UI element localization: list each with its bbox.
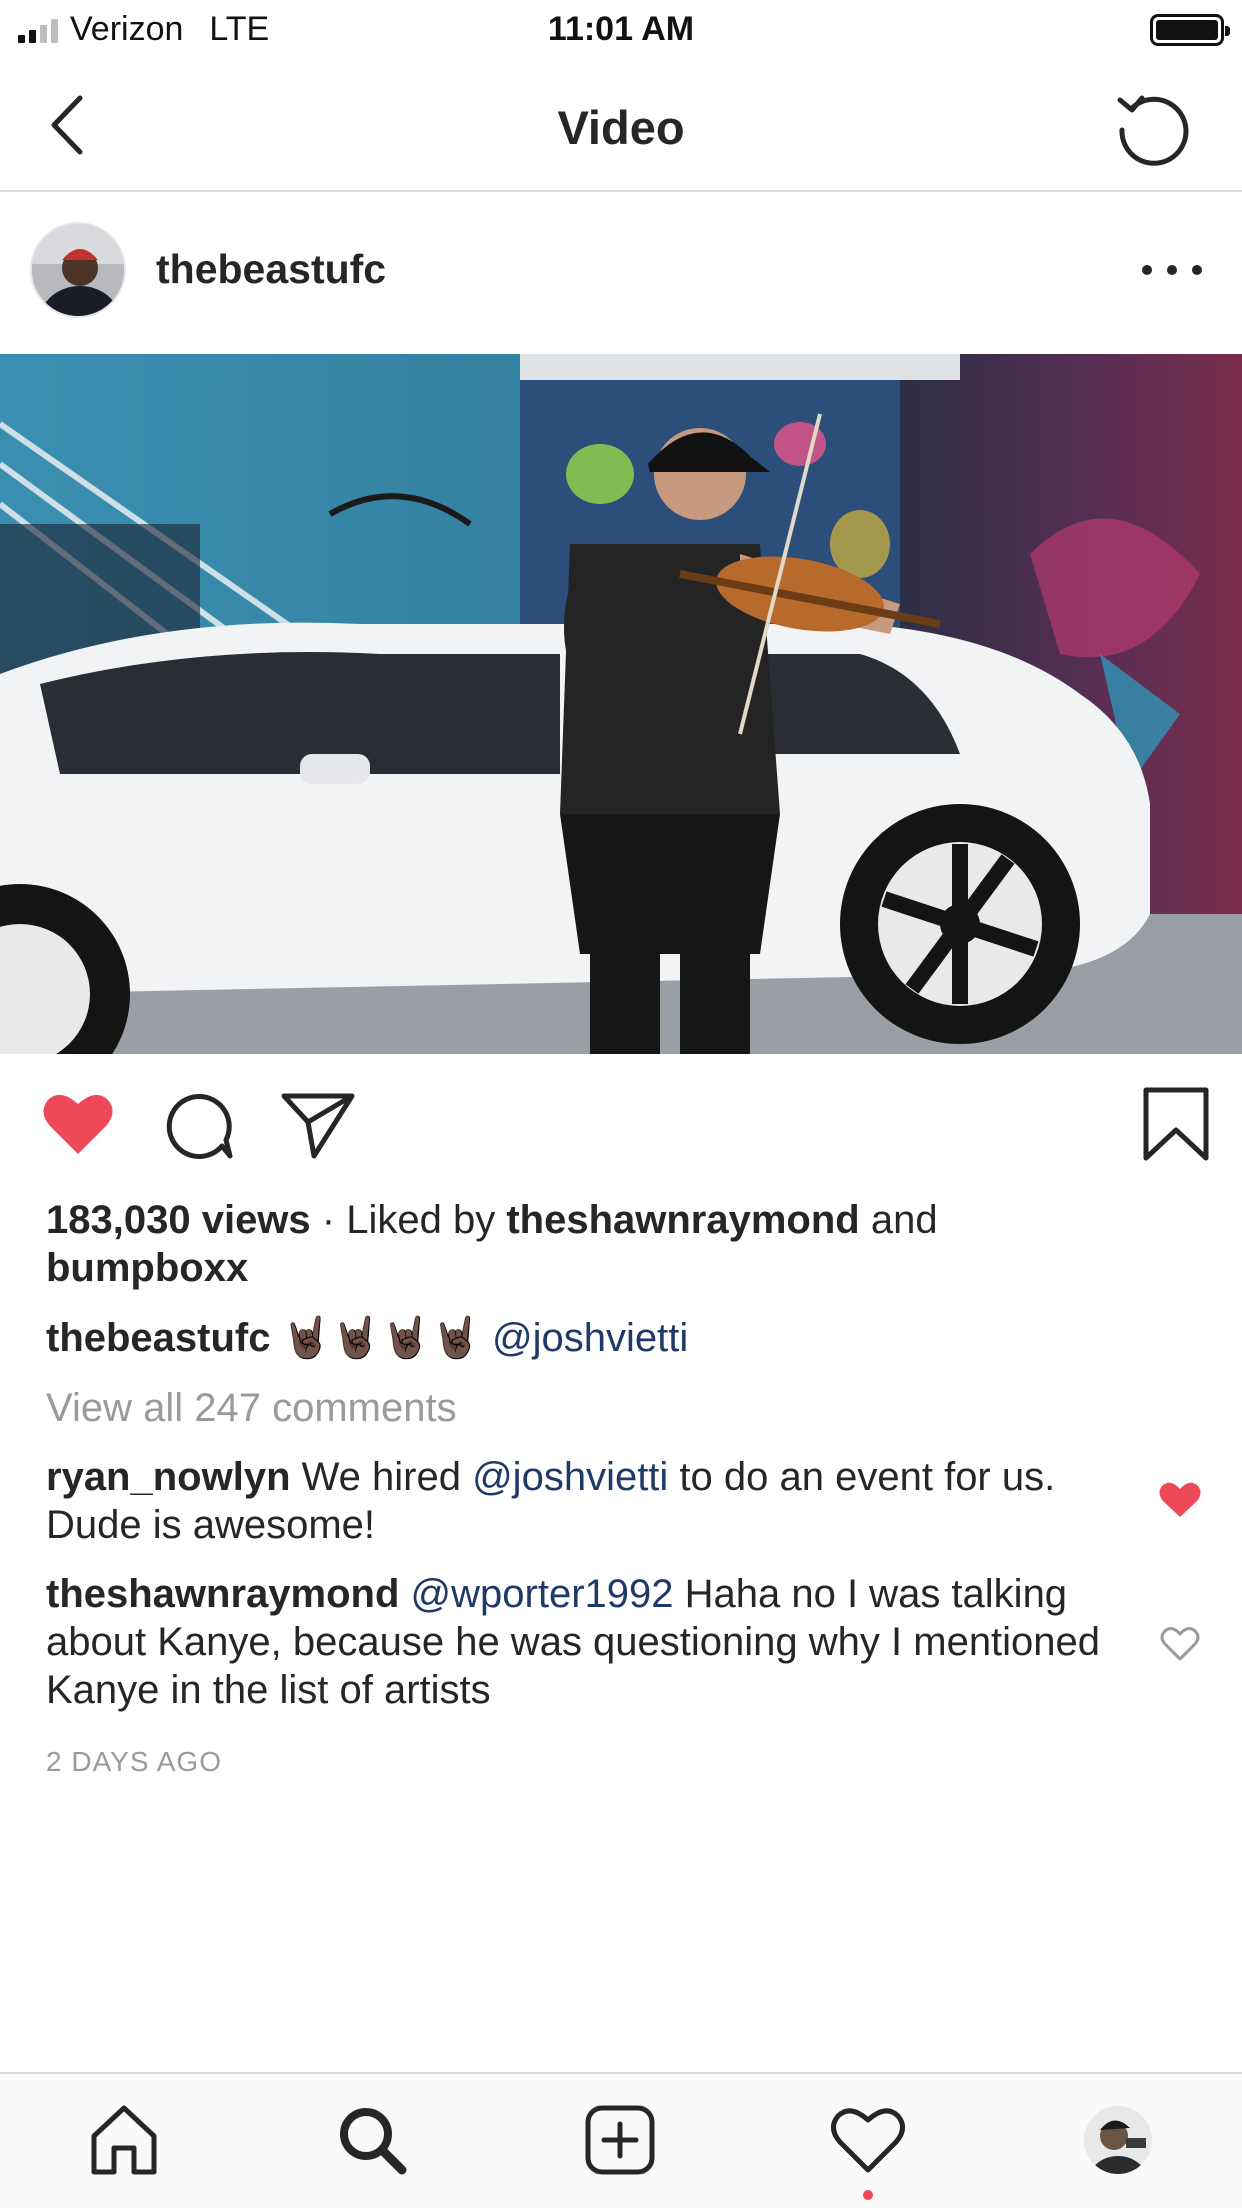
refresh-button[interactable] [1112,86,1192,166]
page-title: Video [557,101,685,154]
comment-username[interactable]: ryan_nowlyn [46,1455,291,1499]
comment-button[interactable] [158,1084,238,1164]
caption-username[interactable]: thebeastufc [46,1316,271,1360]
activity-heart-icon [831,2108,905,2173]
post-author-username[interactable]: thebeastufc [156,246,386,293]
search-icon [340,2108,407,2175]
liked-by-user[interactable]: theshawnraymond [506,1198,859,1242]
likes-summary: 183,030 views · Liked by theshawnraymond… [46,1196,1176,1292]
direct-share-icon [281,1093,355,1159]
caption-mention[interactable]: @joshvietti [492,1316,688,1360]
status-bar: Verizon LTE 11:01 AM [0,0,1242,62]
save-button[interactable] [1136,1084,1216,1164]
view-all-comments-link[interactable]: View all 247 comments [46,1384,1176,1432]
liked-by-prefix: · Liked by [310,1198,507,1242]
video-player[interactable] [0,354,1242,1054]
caption-emojis: 🤘🏿🤘🏿🤘🏿🤘🏿 [281,1316,481,1360]
like-button[interactable] [38,1084,118,1164]
post-caption: thebeastufc 🤘🏿🤘🏿🤘🏿🤘🏿 @joshvietti [46,1314,1176,1362]
post-header: thebeastufc [0,194,1242,354]
status-time: 11:01 AM [547,10,695,48]
profile-avatar [1084,2106,1152,2174]
battery-icon [1150,14,1230,46]
tab-activity[interactable] [828,2100,908,2180]
comment-like-button[interactable] [1158,1624,1202,1664]
more-horizontal-icon [1142,265,1152,275]
liked-by-user-2[interactable]: bumpboxx [46,1246,248,1290]
bookmark-icon [1143,1087,1209,1161]
comment-icon [166,1094,233,1159]
avatar-image [32,224,124,316]
video-frame [0,354,1242,1054]
heart-outline-icon [1160,1627,1200,1661]
comment-like-button[interactable] [1158,1480,1202,1520]
home-icon [91,2105,157,2175]
refresh-icon [1117,95,1189,166]
nav-header: Video [0,62,1242,192]
add-post-icon [585,2105,655,2175]
share-button[interactable] [278,1084,358,1164]
post-actions [0,1084,1242,1169]
post-timestamp: 2 DAYS AGO [46,1746,222,1777]
post-author-avatar[interactable] [30,222,126,318]
comment-text: We hired [290,1455,473,1499]
heart-filled-icon [1159,1482,1201,1517]
bottom-tab-bar [0,2072,1242,2208]
liked-by-and: and [859,1198,938,1242]
comment-item: theshawnraymond @wporter1992 Haha no I w… [46,1570,1126,1714]
comment-mention[interactable]: @wporter1992 [411,1572,674,1616]
activity-notification-dot [863,2190,873,2200]
view-count[interactable]: 183,030 views [46,1198,311,1242]
comment-username[interactable]: theshawnraymond [46,1572,399,1616]
comment-item: ryan_nowlyn We hired @joshvietti to do a… [46,1453,1126,1549]
more-options-button[interactable] [1142,250,1202,290]
comment-mention[interactable]: @joshvietti [472,1455,668,1499]
heart-filled-icon [43,1094,113,1154]
tab-search[interactable] [332,2100,412,2180]
tab-new-post[interactable] [580,2100,660,2180]
tab-profile[interactable] [1078,2100,1158,2180]
tab-home[interactable] [84,2100,164,2180]
